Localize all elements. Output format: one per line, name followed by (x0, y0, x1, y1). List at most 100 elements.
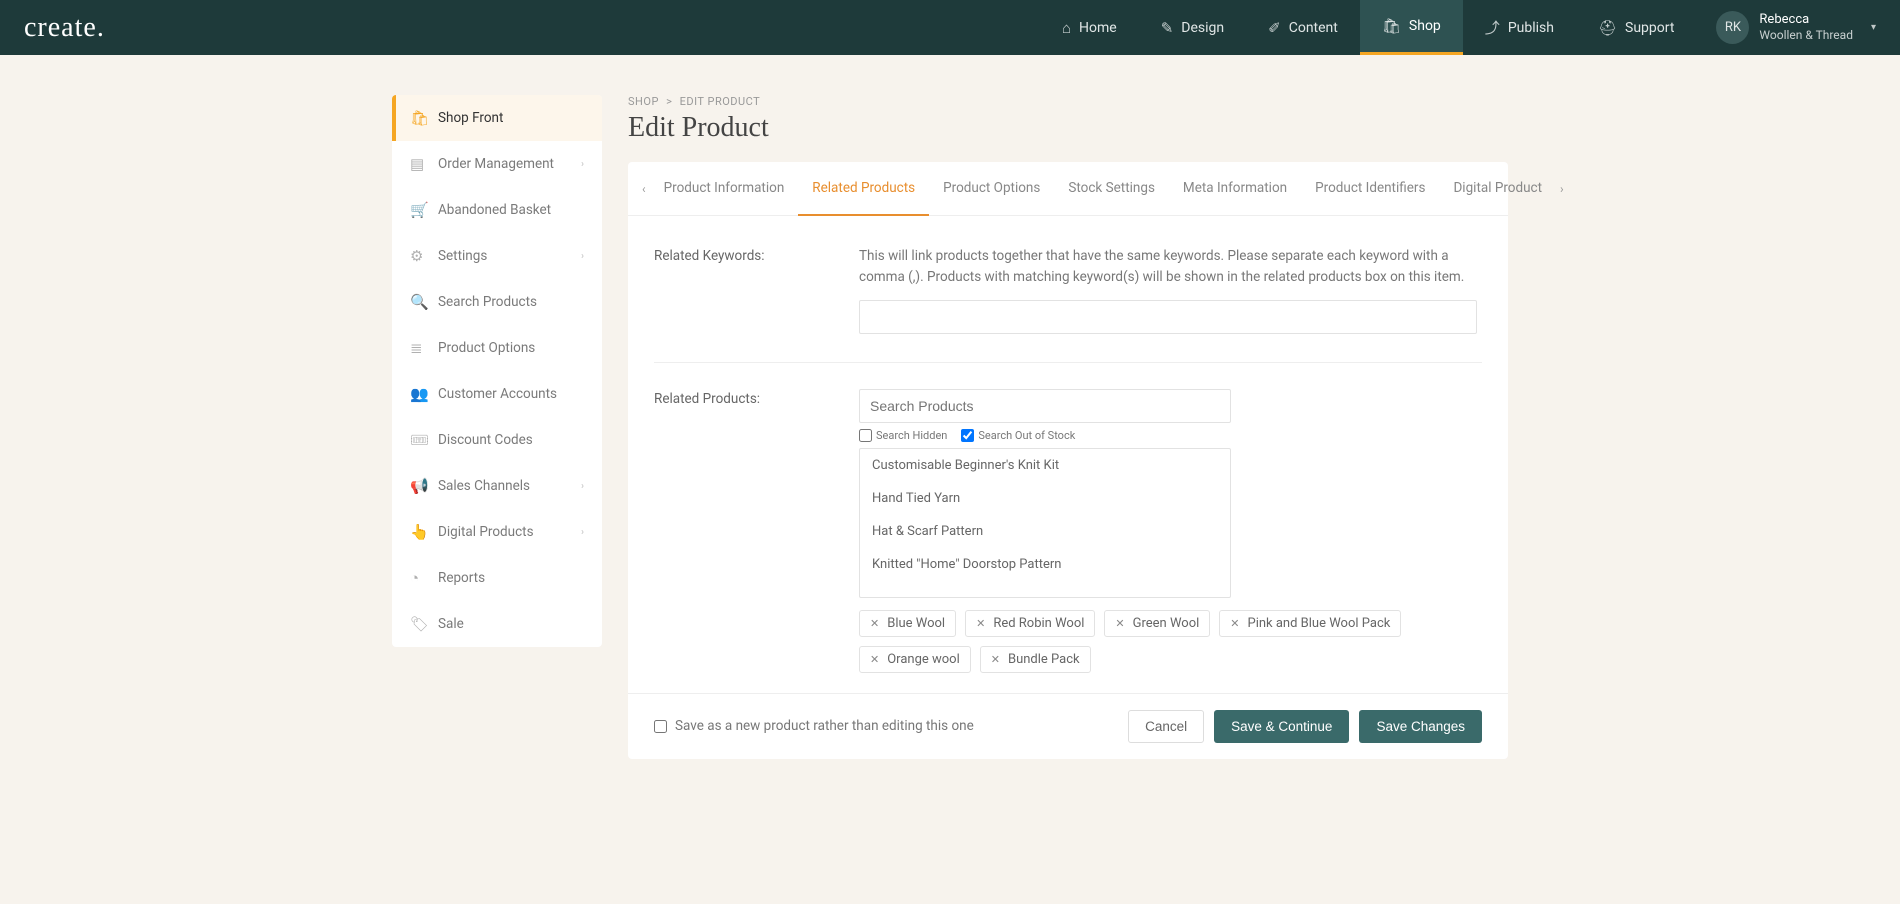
keywords-help: This will link products together that ha… (859, 246, 1482, 288)
user-text: Rebecca Woollen & Thread (1759, 12, 1853, 43)
abandoned-basket-icon: 🛒 (410, 201, 426, 219)
sidebar-label: Settings (438, 248, 487, 264)
product-list-item[interactable]: Customisable Beginner's Knit Kit (860, 449, 1230, 482)
sidebar-item-abandoned-basket[interactable]: 🛒 Abandoned Basket (392, 187, 602, 233)
nav-item-shop[interactable]: 🛍 Shop (1360, 0, 1463, 55)
content-icon: ✐ (1268, 19, 1281, 37)
search-outofstock-label[interactable]: Search Out of Stock (978, 429, 1075, 442)
product-list-item[interactable]: Knitted "Home" Doorstop Pattern (860, 548, 1230, 581)
product-list[interactable]: Customisable Beginner's Knit KitHand Tie… (859, 448, 1231, 598)
product-search-input[interactable] (859, 389, 1231, 423)
product-options-icon: ≣ (410, 339, 426, 357)
sidebar-item-sale[interactable]: 🏷Sale (392, 601, 602, 647)
selected-product-chip: ✕ Orange wool (859, 646, 971, 673)
support-icon: ⛑ (1598, 19, 1617, 37)
tab-digital-product[interactable]: Digital Product (1439, 162, 1556, 215)
cancel-button[interactable]: Cancel (1128, 710, 1204, 743)
sidebar-item-sales-channels[interactable]: 📢 Sales Channels › (392, 463, 602, 509)
divider (654, 362, 1482, 363)
close-icon[interactable]: ✕ (976, 617, 985, 630)
search-hidden-checkbox[interactable] (859, 429, 872, 442)
close-icon[interactable]: ✕ (1230, 617, 1239, 630)
sale-icon: 🏷 (410, 615, 426, 633)
sidebar-label: Product Options (438, 340, 535, 356)
save-continue-button[interactable]: Save & Continue (1214, 710, 1349, 743)
selected-product-chip: ✕ Pink and Blue Wool Pack (1219, 610, 1401, 637)
nav-item-content[interactable]: ✐ Content (1246, 0, 1360, 55)
sidebar-item-shop-front[interactable]: 🛍 Shop Front (392, 95, 602, 141)
tab-scroll-right[interactable]: › (1556, 182, 1568, 196)
chip-label: Blue Wool (887, 616, 945, 631)
tab-product-options[interactable]: Product Options (929, 162, 1054, 215)
main-content: SHOP > EDIT PRODUCT Edit Product ‹ Produ… (628, 95, 1508, 759)
publish-icon: ⤴ (1485, 17, 1500, 38)
sidebar-label: Sales Channels (438, 478, 530, 494)
home-icon: ⌂ (1062, 19, 1071, 37)
page-title: Edit Product (628, 112, 1508, 144)
breadcrumb-sep: > (666, 95, 672, 108)
settings-icon: ⚙ (410, 247, 426, 265)
product-list-item[interactable]: Hand Tied Yarn (860, 482, 1230, 515)
keywords-label: Related Keywords: (654, 246, 839, 334)
products-label: Related Products: (654, 389, 839, 673)
chevron-right-icon: › (581, 159, 584, 170)
tab-product-identifiers[interactable]: Product Identifiers (1301, 162, 1439, 215)
close-icon[interactable]: ✕ (870, 617, 879, 630)
nav-item-publish[interactable]: ⤴Publish (1463, 0, 1576, 55)
reports-icon: ◔ (410, 569, 426, 587)
selected-product-chip: ✕ Red Robin Wool (965, 610, 1095, 637)
shop-front-icon: 🛍 (410, 109, 426, 127)
sidebar-label: Order Management (438, 156, 554, 172)
logo[interactable]: create. (24, 12, 105, 44)
user-subtitle: Woollen & Thread (1759, 28, 1853, 43)
nav-label: Shop (1409, 18, 1441, 34)
sales-channels-icon: 📢 (410, 477, 426, 495)
sidebar-item-search-products[interactable]: 🔍Search Products (392, 279, 602, 325)
nav-item-home[interactable]: ⌂ Home (1040, 0, 1139, 55)
save-as-new-checkbox[interactable] (654, 720, 667, 733)
sidebar-item-customer-accounts[interactable]: 👥Customer Accounts (392, 371, 602, 417)
sidebar-label: Shop Front (438, 110, 503, 126)
chip-label: Pink and Blue Wool Pack (1248, 616, 1391, 631)
sidebar-item-product-options[interactable]: ≣ Product Options (392, 325, 602, 371)
chevron-down-icon: ▾ (1871, 22, 1876, 33)
search-hidden-label[interactable]: Search Hidden (876, 429, 947, 442)
breadcrumb-parent[interactable]: SHOP (628, 95, 659, 108)
sidebar-item-order-management[interactable]: ▤Order Management› (392, 141, 602, 187)
nav-item-design[interactable]: ✎ Design (1139, 0, 1246, 55)
nav-label: Content (1289, 20, 1338, 36)
nav-label: Home (1079, 20, 1117, 36)
sidebar-item-digital-products[interactable]: 👆Digital Products› (392, 509, 602, 555)
close-icon[interactable]: ✕ (870, 653, 879, 666)
chip-label: Orange wool (887, 652, 960, 667)
nav-item-support[interactable]: ⛑ Support (1576, 0, 1696, 55)
sidebar-item-discount-codes[interactable]: 🎟Discount Codes (392, 417, 602, 463)
tab-related-products[interactable]: Related Products (798, 162, 929, 216)
edit-card: ‹ Product InformationRelated ProductsPro… (628, 162, 1508, 759)
tab-stock-settings[interactable]: Stock Settings (1054, 162, 1169, 215)
sidebar-label: Abandoned Basket (438, 202, 551, 218)
shop-icon: 🛍 (1382, 17, 1401, 35)
search-outofstock-checkbox[interactable] (961, 429, 974, 442)
keywords-input[interactable] (859, 300, 1477, 334)
tab-scroll-left[interactable]: ‹ (638, 182, 650, 196)
top-nav: create. ⌂ Home ✎ Design ✐ Content 🛍 Shop ⤴Publis… (0, 0, 1900, 55)
sidebar-item-reports[interactable]: ◔Reports (392, 555, 602, 601)
tab-meta-information[interactable]: Meta Information (1169, 162, 1301, 215)
sidebar-item-settings[interactable]: ⚙Settings› (392, 233, 602, 279)
chevron-right-icon: › (581, 481, 584, 492)
close-icon[interactable]: ✕ (1115, 617, 1124, 630)
chip-label: Red Robin Wool (993, 616, 1084, 631)
selected-chips: ✕ Blue Wool ✕ Red Robin Wool ✕ Green Wool ✕ Pin… (859, 610, 1482, 673)
product-list-item[interactable]: Hat & Scarf Pattern (860, 515, 1230, 548)
close-icon[interactable]: ✕ (991, 653, 1000, 666)
card-footer: Save as a new product rather than editin… (628, 693, 1508, 759)
user-menu[interactable]: RK Rebecca Woollen & Thread ▾ (1706, 11, 1876, 44)
nav-label: Design (1181, 20, 1224, 36)
design-icon: ✎ (1161, 19, 1174, 37)
digital-products-icon: 👆 (410, 523, 426, 541)
tab-product-information[interactable]: Product Information (650, 162, 799, 215)
save-changes-button[interactable]: Save Changes (1359, 710, 1482, 743)
nav-label: Support (1625, 20, 1674, 36)
chip-label: Green Wool (1133, 616, 1200, 631)
